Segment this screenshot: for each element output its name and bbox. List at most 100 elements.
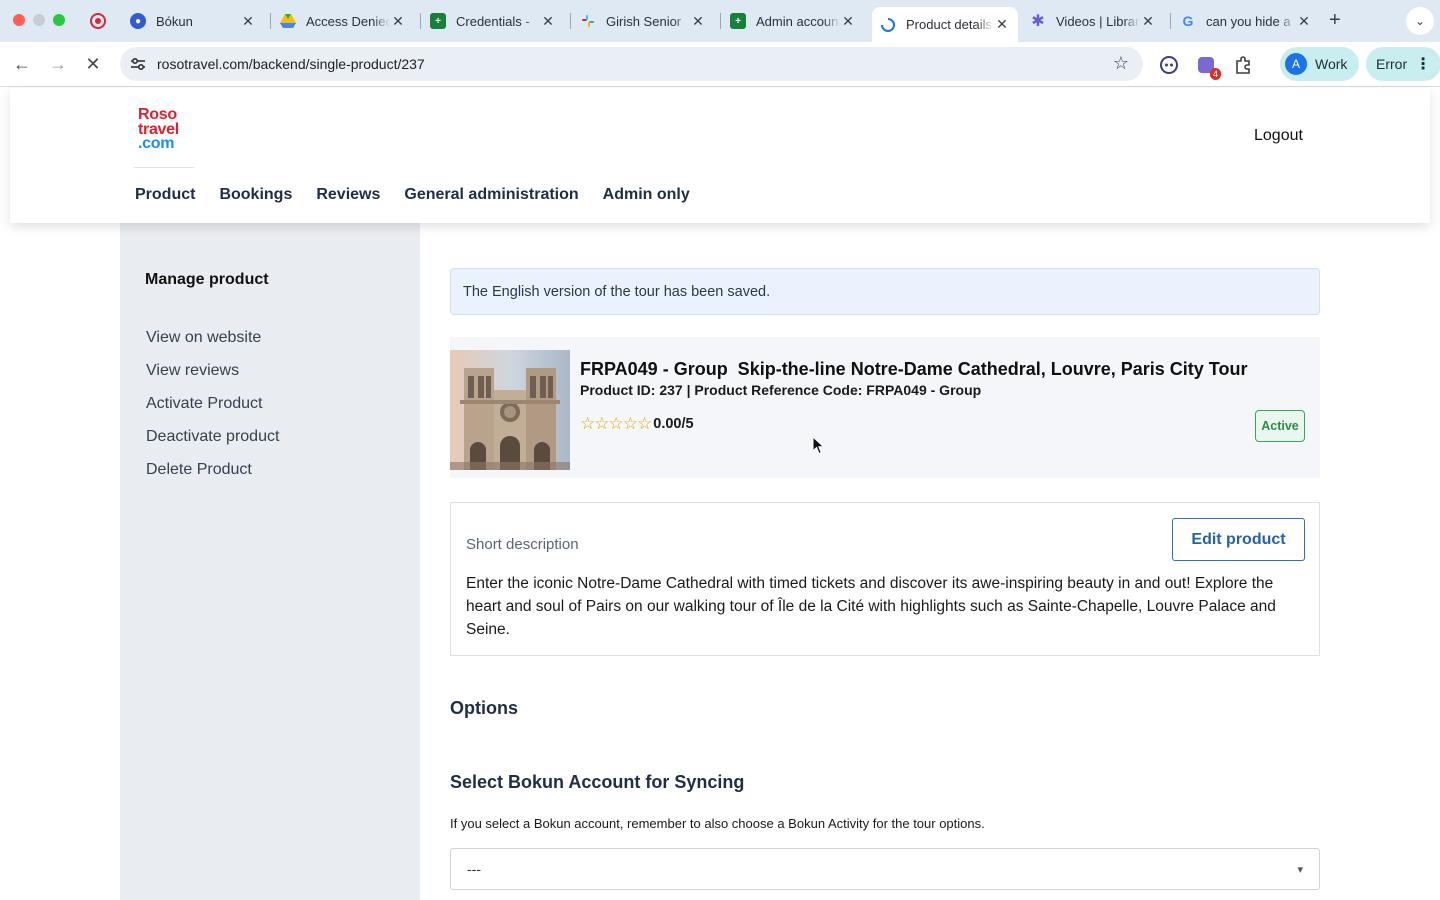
nav-admin-only[interactable]: Admin only	[603, 186, 690, 204]
site-header: Roso travel .com Logout Product Bookings…	[10, 88, 1430, 223]
new-tab-button[interactable]: +	[1329, 9, 1341, 32]
close-tab-icon[interactable]: ✕	[240, 13, 256, 30]
google-drive-icon	[280, 13, 296, 29]
product-title: FRPA049 - Group Skip-the-line Notre-Dame…	[580, 359, 1248, 379]
star-outline-icon: ☆	[608, 414, 624, 433]
tab-search-button[interactable]: ⌄	[1406, 7, 1434, 35]
sheets-icon: +	[430, 13, 446, 29]
sidebar-item-view-reviews[interactable]: View reviews	[146, 361, 279, 394]
nav-reviews[interactable]: Reviews	[316, 186, 380, 204]
close-tab-icon[interactable]: ✕	[994, 16, 1010, 33]
browser-tab[interactable]: Access Denied ✕	[272, 7, 414, 35]
edit-product-button[interactable]: Edit product	[1172, 518, 1305, 561]
bokun-account-note: If you select a Bokun account, remember …	[450, 816, 985, 831]
logo-line: .com	[138, 135, 175, 152]
sidebar-item-delete-product[interactable]: Delete Product	[146, 460, 279, 493]
close-tab-icon[interactable]: ✕	[1296, 13, 1312, 30]
bokun-icon: ●	[130, 13, 146, 29]
star-outline-icon: ☆	[637, 414, 653, 433]
divider	[134, 167, 194, 168]
browser-toolbar: ← → ✕ rosotravel.com/backend/single-prod…	[0, 42, 1440, 87]
google-icon: G	[1182, 13, 1194, 29]
sidebar-title: Manage product	[145, 271, 269, 288]
extension-icon[interactable]	[1158, 54, 1180, 76]
profile-label: Work	[1315, 56, 1348, 72]
rating-value: 0.00/5	[653, 415, 694, 432]
recording-icon[interactable]	[90, 13, 106, 29]
star-outline-icon: ☆	[580, 414, 596, 433]
product-ids: Product ID: 237 | Product Reference Code…	[580, 382, 982, 398]
browser-tab[interactable]: ✱ Videos | Library ✕	[1022, 7, 1164, 35]
close-tab-icon[interactable]: ✕	[390, 13, 406, 30]
extension-badge-count: 4	[1209, 68, 1221, 80]
success-alert: The English version of the tour has been…	[450, 268, 1320, 315]
status-badge: Active	[1255, 410, 1305, 442]
loading-icon	[880, 17, 896, 33]
back-button[interactable]: ←	[9, 51, 35, 77]
more-menu-icon: ⋮	[1415, 56, 1432, 73]
site-settings-icon[interactable]	[128, 54, 148, 74]
error-label: Error	[1376, 56, 1408, 72]
tab-title: Bókun	[156, 13, 193, 29]
short-description-box: Short description Edit product Enter the…	[450, 502, 1320, 656]
main-nav: Product Bookings Reviews General adminis…	[135, 186, 690, 204]
nav-general-administration[interactable]: General administration	[404, 186, 578, 204]
mouse-cursor-icon	[812, 436, 825, 455]
forward-button[interactable]: →	[45, 51, 71, 77]
maximize-window-button[interactable]	[53, 14, 65, 26]
browser-tab[interactable]: + Credentials - ✕	[422, 7, 564, 35]
browser-tab[interactable]: + Admin account ✕	[722, 7, 864, 35]
browser-tab[interactable]: G can you hide a ✕	[1172, 7, 1320, 35]
nav-bookings[interactable]: Bookings	[219, 186, 292, 204]
browser-tab[interactable]: ● Bókun ✕	[122, 7, 264, 35]
bokun-account-selected-value: ---	[467, 861, 481, 877]
address-bar[interactable]: rosotravel.com/backend/single-product/23…	[120, 47, 1143, 81]
puzzle-extensions-icon[interactable]	[1232, 54, 1254, 76]
close-tab-icon[interactable]: ✕	[690, 13, 706, 30]
bookmark-star-icon[interactable]: ☆	[1113, 53, 1129, 74]
nav-product[interactable]: Product	[135, 186, 195, 204]
close-tab-icon[interactable]: ✕	[1140, 13, 1156, 30]
sidebar-item-deactivate-product[interactable]: Deactivate product	[146, 427, 279, 460]
sidebar-links: View on website View reviews Activate Pr…	[146, 328, 279, 493]
chevron-down-icon: ▾	[1297, 863, 1303, 876]
browser-tab[interactable]: Girish Senior ✕	[572, 7, 714, 35]
tab-title: can you hide a	[1206, 13, 1291, 29]
tab-title: Credentials -	[456, 13, 530, 29]
star-outline-icon: ☆	[594, 414, 610, 433]
sheets-icon: +	[730, 13, 746, 29]
url-text[interactable]: rosotravel.com/backend/single-product/23…	[157, 56, 425, 72]
bokun-account-heading: Select Bokun Account for Syncing	[450, 772, 745, 792]
product-image[interactable]	[450, 350, 570, 470]
extension-badge-icon[interactable]: 4	[1195, 54, 1221, 80]
rating-stars: ☆ ☆ ☆ ☆ ☆ 0.00/5	[580, 415, 694, 432]
tab-title: Admin account	[756, 13, 840, 29]
library-icon: ✱	[1031, 13, 1045, 30]
stop-loading-button[interactable]: ✕	[80, 51, 106, 77]
star-outline-icon: ☆	[622, 414, 638, 433]
minimize-window-button[interactable]	[33, 14, 45, 26]
close-window-button[interactable]	[13, 14, 25, 26]
browser-tab-active[interactable]: Product details ✕	[872, 7, 1018, 42]
bokun-account-select[interactable]: --- ▾	[450, 848, 1320, 890]
sidebar-item-view-on-website[interactable]: View on website	[146, 328, 279, 361]
logout-link[interactable]: Logout	[1254, 127, 1303, 145]
manage-product-sidebar: Manage product View on website View revi…	[120, 223, 420, 900]
close-tab-icon[interactable]: ✕	[540, 13, 556, 30]
product-summary-card: FRPA049 - Group Skip-the-line Notre-Dame…	[450, 337, 1320, 478]
avatar: A	[1285, 53, 1307, 75]
close-tab-icon[interactable]: ✕	[840, 13, 856, 30]
browser-error-button[interactable]: Error ⋮	[1366, 47, 1440, 81]
slack-icon	[580, 13, 596, 29]
tab-title: Access Denied	[306, 13, 390, 29]
browser-tab-strip: ● Bókun ✕ Access Denied ✕ + Credentials …	[0, 0, 1440, 42]
profile-button[interactable]: A Work	[1280, 47, 1360, 81]
rosotravel-logo[interactable]: Roso travel .com	[138, 107, 194, 152]
tab-title: Product details	[906, 17, 992, 32]
tab-title: Girish Senior	[606, 13, 682, 29]
short-description-label: Short description	[466, 536, 579, 553]
short-description-text: Enter the iconic Notre-Dame Cathedral wi…	[466, 575, 1276, 638]
sidebar-item-activate-product[interactable]: Activate Product	[146, 394, 279, 427]
options-heading: Options	[450, 698, 518, 718]
tab-title: Videos | Library	[1056, 13, 1140, 29]
